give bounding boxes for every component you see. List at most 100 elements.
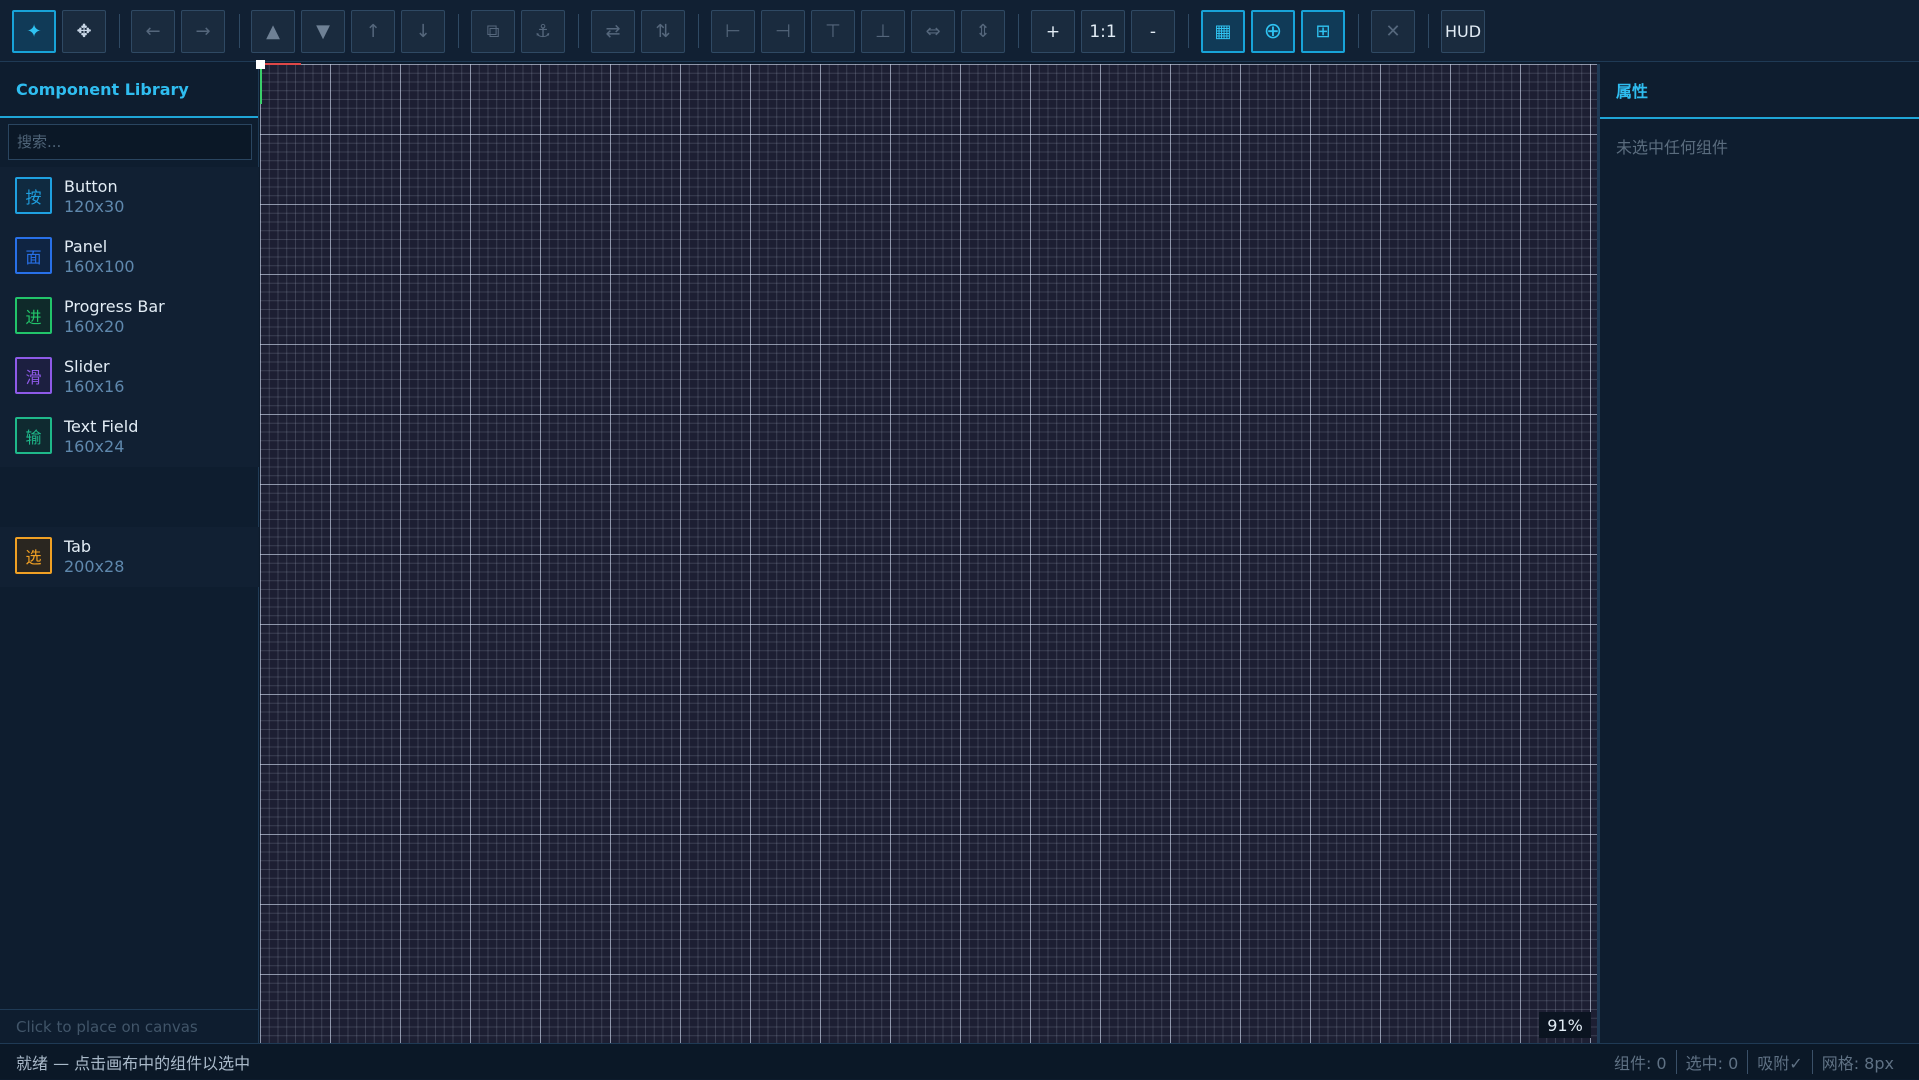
align-right-button[interactable]: ⊣ bbox=[761, 10, 805, 53]
component-name: Tab bbox=[64, 537, 92, 556]
snap-grid-icon: ⊞ bbox=[1315, 21, 1331, 42]
origin-y-axis bbox=[260, 64, 262, 104]
tab-component-icon: 选 bbox=[15, 537, 52, 574]
button-component-icon: 按 bbox=[15, 177, 52, 214]
zoom-in-button[interactable]: + bbox=[1031, 10, 1075, 53]
align-left-icon: ⊢ bbox=[725, 21, 741, 42]
origin-marker bbox=[256, 60, 265, 69]
align-right-icon: ⊣ bbox=[775, 21, 791, 42]
component-item-progress-bar[interactable]: 进 Progress Bar 160x20 bbox=[0, 287, 259, 347]
component-library-header: Component Library bbox=[0, 62, 258, 118]
swap-horizontal-icon: ⇄ bbox=[605, 21, 621, 42]
anchor-icon: ⚓ bbox=[534, 21, 552, 42]
align-left-button[interactable]: ⊢ bbox=[711, 10, 755, 53]
send-to-back-button[interactable]: ▼ bbox=[301, 10, 345, 53]
move-up-button[interactable]: ↑ bbox=[351, 10, 395, 53]
toolbar: ✦ ✥ ← → ▲ ▼ ↑ ↓ ⧉ ⚓ ⇄ ⇅ ⊢ ⊣ ⊤ ⊥ ⇔ ⇕ + 1:… bbox=[0, 0, 1919, 62]
move-down-button[interactable]: ↓ bbox=[401, 10, 445, 53]
grid-icon: ▦ bbox=[1214, 21, 1232, 42]
undo-button[interactable]: ← bbox=[131, 10, 175, 53]
zoom-reset-button[interactable]: 1:1 bbox=[1081, 10, 1125, 53]
duplicate-icon: ⧉ bbox=[486, 21, 500, 42]
component-item-slider[interactable]: 滑 Slider 160x16 bbox=[0, 347, 259, 407]
undo-icon: ← bbox=[145, 21, 161, 42]
toolbar-divider bbox=[698, 14, 699, 48]
component-name: Progress Bar bbox=[64, 297, 165, 316]
component-count: 组件: 0 bbox=[1613, 1054, 1667, 1073]
component-size: 160x24 bbox=[64, 437, 125, 456]
properties-header: 属性 bbox=[1600, 62, 1919, 119]
triangle-down-icon: ▼ bbox=[316, 21, 330, 42]
align-bottom-icon: ⊥ bbox=[875, 21, 891, 42]
hud-button[interactable]: HUD bbox=[1441, 10, 1485, 53]
redo-icon: → bbox=[195, 21, 211, 42]
flip-horizontal-button[interactable]: ⇄ bbox=[591, 10, 635, 53]
triangle-up-icon: ▲ bbox=[266, 21, 280, 42]
toolbar-divider bbox=[1428, 14, 1429, 48]
panel-component-icon: 面 bbox=[15, 237, 52, 274]
component-size: 160x16 bbox=[64, 377, 125, 396]
status-indicators: 组件: 0 选中: 0 吸附✓ 网格: 8px bbox=[1605, 1044, 1903, 1080]
properties-panel: 属性 未选中任何组件 bbox=[1600, 62, 1919, 1043]
pan-tool-button[interactable]: ✥ bbox=[62, 10, 106, 53]
snap-toggle-button[interactable]: ⊞ bbox=[1301, 10, 1345, 53]
search-input[interactable] bbox=[8, 124, 252, 160]
component-item-button[interactable]: 按 Button 120x30 bbox=[0, 167, 259, 227]
distribute-horizontal-icon: ⇔ bbox=[925, 21, 941, 42]
distribute-horizontal-button[interactable]: ⇔ bbox=[911, 10, 955, 53]
grid-toggle-button[interactable]: ▦ bbox=[1201, 10, 1245, 53]
distribute-vertical-icon: ⇕ bbox=[975, 21, 991, 42]
component-size: 200x28 bbox=[64, 557, 125, 576]
status-bar: 就绪 — 点击画布中的组件以选中 组件: 0 选中: 0 吸附✓ 网格: 8px bbox=[0, 1043, 1919, 1079]
component-item-text-field[interactable]: 输 Text Field 160x24 bbox=[0, 407, 259, 467]
bring-to-front-button[interactable]: ▲ bbox=[251, 10, 295, 53]
crosshair-toggle-button[interactable]: ⊕ bbox=[1251, 10, 1295, 53]
swap-vertical-icon: ⇅ bbox=[655, 21, 671, 42]
panel-title: 属性 bbox=[1616, 81, 1649, 101]
component-size: 120x30 bbox=[64, 197, 125, 216]
slider-component-icon: 滑 bbox=[15, 357, 52, 394]
component-name: Button bbox=[64, 177, 118, 196]
component-item-tab[interactable]: 选 Tab 200x28 bbox=[0, 527, 259, 587]
pan-icon: ✥ bbox=[76, 21, 92, 42]
toolbar-divider bbox=[458, 14, 459, 48]
align-top-button[interactable]: ⊤ bbox=[811, 10, 855, 53]
toolbar-divider bbox=[1358, 14, 1359, 48]
zoom-indicator: 91% bbox=[1539, 1012, 1591, 1038]
status-message: 就绪 — 点击画布中的组件以选中 bbox=[16, 1053, 251, 1073]
component-size: 160x100 bbox=[64, 257, 135, 276]
origin-x-axis bbox=[261, 63, 301, 65]
progress-bar-component-icon: 进 bbox=[15, 297, 52, 334]
redo-button[interactable]: → bbox=[181, 10, 225, 53]
toolbar-divider bbox=[1018, 14, 1019, 48]
toolbar-divider bbox=[239, 14, 240, 48]
arrow-down-icon: ↓ bbox=[415, 21, 431, 42]
library-footer-hint: Click to place on canvas bbox=[0, 1009, 259, 1043]
design-canvas[interactable] bbox=[260, 64, 1598, 1043]
text-field-component-icon: 输 bbox=[15, 417, 52, 454]
toolbar-divider bbox=[1188, 14, 1189, 48]
crosshair-icon: ⊕ bbox=[1263, 19, 1283, 44]
component-list: 按 Button 120x30 面 Panel 160x100 进 Progre… bbox=[0, 167, 259, 467]
close-icon: ✕ bbox=[1385, 21, 1401, 42]
delete-button[interactable]: ✕ bbox=[1371, 10, 1415, 53]
selected-count: 选中: 0 bbox=[1675, 1050, 1748, 1074]
component-item-panel[interactable]: 面 Panel 160x100 bbox=[0, 227, 259, 287]
arrow-up-icon: ↑ bbox=[365, 21, 381, 42]
select-tool-button[interactable]: ✦ bbox=[12, 10, 56, 53]
toolbar-divider bbox=[119, 14, 120, 48]
zoom-out-button[interactable]: - bbox=[1131, 10, 1175, 53]
align-bottom-button[interactable]: ⊥ bbox=[861, 10, 905, 53]
select-icon: ✦ bbox=[26, 21, 42, 42]
snap-status: 吸附✓ bbox=[1747, 1050, 1811, 1074]
component-size: 160x20 bbox=[64, 317, 125, 336]
distribute-vertical-button[interactable]: ⇕ bbox=[961, 10, 1005, 53]
duplicate-button[interactable]: ⧉ bbox=[471, 10, 515, 53]
anchor-button[interactable]: ⚓ bbox=[521, 10, 565, 53]
flip-vertical-button[interactable]: ⇅ bbox=[641, 10, 685, 53]
no-selection-text: 未选中任何组件 bbox=[1616, 138, 1729, 157]
grid-size: 网格: 8px bbox=[1811, 1050, 1903, 1074]
component-library-panel: Component Library 按 Button 120x30 面 Pane… bbox=[0, 62, 259, 1043]
component-name: Slider bbox=[64, 357, 110, 376]
toolbar-divider bbox=[578, 14, 579, 48]
